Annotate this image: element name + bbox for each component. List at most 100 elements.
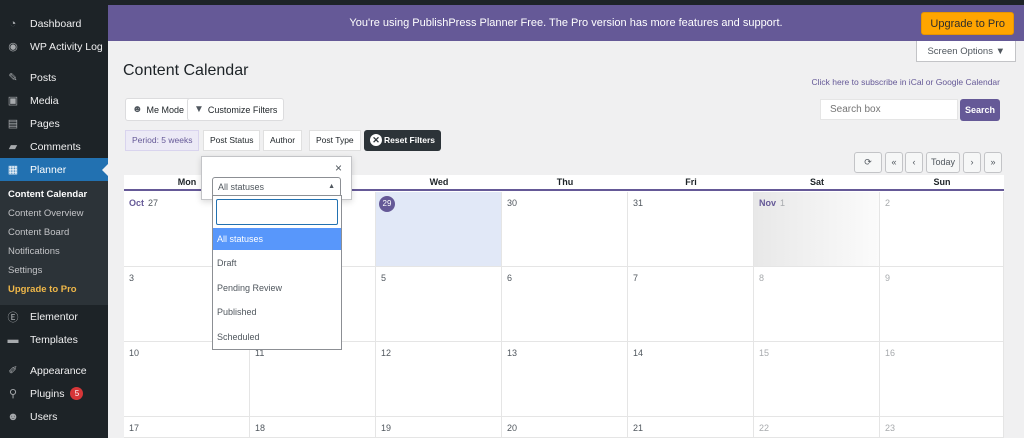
- user-icon: ☻: [132, 104, 143, 115]
- pages-icon: ▤: [7, 118, 19, 130]
- submenu-content-calendar[interactable]: Content Calendar: [0, 185, 108, 204]
- calendar-day-cell[interactable]: 19: [376, 417, 502, 438]
- status-option[interactable]: Draft: [213, 252, 341, 274]
- sidebar-item-wp-activity-log[interactable]: ◉ WP Activity Log: [0, 35, 108, 58]
- sidebar-item-users[interactable]: ☻ Users: [0, 405, 108, 428]
- calendar-day-cell[interactable]: 17: [124, 417, 250, 438]
- me-mode-label: Me Mode: [146, 104, 185, 115]
- next-button[interactable]: ›: [963, 152, 981, 173]
- close-icon[interactable]: ×: [335, 161, 342, 175]
- sidebar-item-comments[interactable]: ▰ Comments: [0, 135, 108, 158]
- elementor-icon: Ⓔ: [7, 311, 19, 324]
- day-number: 21: [633, 423, 644, 433]
- day-number: 8: [759, 273, 765, 283]
- status-option[interactable]: Scheduled: [213, 326, 341, 348]
- day-number-value: 1: [780, 198, 786, 208]
- calendar-day-cell[interactable]: 12: [376, 342, 502, 417]
- sidebar-item-label: Elementor: [30, 310, 78, 323]
- day-number: 19: [381, 423, 392, 433]
- first-page-button[interactable]: «: [885, 152, 903, 173]
- calendar-day-cell[interactable]: 14: [628, 342, 754, 417]
- post-type-filter[interactable]: Post Type: [309, 130, 361, 151]
- dashboard-icon: ◔: [9, 17, 17, 30]
- status-option[interactable]: All statuses: [213, 228, 341, 250]
- calendar-day-cell[interactable]: 20: [502, 417, 628, 438]
- day-number: Nov 1: [759, 198, 785, 208]
- last-page-button[interactable]: »: [984, 152, 1002, 173]
- me-mode-button[interactable]: ☻ Me Mode: [125, 98, 192, 121]
- calendar-day-cell[interactable]: 5: [376, 267, 502, 342]
- calendar-day-cell[interactable]: 13: [502, 342, 628, 417]
- calendar-day-cell[interactable]: Nov 1: [754, 192, 880, 267]
- day-number: 13: [507, 348, 518, 358]
- brush-icon: ✐: [8, 365, 18, 377]
- sidebar-item-pages[interactable]: ▤ Pages: [0, 112, 108, 135]
- calendar-day-cell[interactable]: 30: [502, 192, 628, 267]
- upgrade-to-pro-button[interactable]: Upgrade to Pro: [921, 12, 1014, 35]
- sidebar-item-dashboard[interactable]: ◔ Dashboard: [0, 12, 108, 35]
- screen-options-toggle[interactable]: Screen Options ▼: [916, 41, 1016, 62]
- calendar-day-cell[interactable]: 21: [628, 417, 754, 438]
- admin-sidebar: ◔ Dashboard ◉ WP Activity Log ✎ Posts ▣ …: [0, 0, 108, 438]
- sidebar-item-plugins[interactable]: ⚲ Plugins 5: [0, 382, 108, 405]
- status-option[interactable]: Pending Review: [213, 277, 341, 299]
- sidebar-item-planner[interactable]: ▦ Planner: [0, 158, 108, 181]
- chevron-left-icon: ‹: [912, 157, 916, 167]
- post-status-filter[interactable]: Post Status: [203, 130, 261, 151]
- sidebar-item-posts[interactable]: ✎ Posts: [0, 66, 108, 89]
- day-number: 23: [885, 423, 896, 433]
- calendar-day-cell-today[interactable]: 29: [376, 192, 502, 267]
- day-number: 18: [255, 423, 266, 433]
- sidebar-item-label: Appearance: [30, 364, 87, 377]
- sidebar-item-label: WP Activity Log: [30, 40, 103, 53]
- search-input[interactable]: Search box: [820, 99, 958, 120]
- status-option[interactable]: Published: [213, 301, 341, 323]
- status-select-value: All statuses: [218, 182, 265, 192]
- sidebar-item-appearance[interactable]: ✐ Appearance: [0, 359, 108, 382]
- customize-filters-button[interactable]: ▼ Customize Filters: [187, 98, 285, 121]
- calendar-day-cell[interactable]: 2: [880, 192, 1004, 267]
- sidebar-item-label: Templates: [30, 333, 78, 346]
- reset-filters-button[interactable]: ✕ Reset Filters: [364, 130, 442, 151]
- sidebar-item-elementor[interactable]: Ⓔ Elementor: [0, 305, 108, 328]
- submenu-upgrade-to-pro[interactable]: Upgrade to Pro: [0, 280, 108, 299]
- sidebar-item-templates[interactable]: ▬ Templates: [0, 328, 108, 351]
- day-number: 9: [885, 273, 891, 283]
- sidebar-item-label: Users: [30, 410, 58, 423]
- calendar-day-cell[interactable]: 15: [754, 342, 880, 417]
- submenu-notifications[interactable]: Notifications: [0, 242, 108, 261]
- day-number: 31: [633, 198, 644, 208]
- pin-icon: ✎: [8, 72, 18, 84]
- plugin-icon: ⚲: [8, 388, 18, 400]
- refresh-button[interactable]: ⟳: [854, 152, 882, 173]
- weekday-header: Thu: [556, 177, 574, 187]
- period-filter[interactable]: Period: 5 weeks: [125, 130, 200, 151]
- sidebar-item-media[interactable]: ▣ Media: [0, 89, 108, 112]
- calendar-day-cell[interactable]: 7: [628, 267, 754, 342]
- previous-button[interactable]: ‹: [905, 152, 923, 173]
- day-number: 5: [381, 273, 387, 283]
- calendar-day-cell[interactable]: 22: [754, 417, 880, 438]
- status-dropdown-list: All statuses Draft Pending Review Publis…: [212, 195, 342, 350]
- calendar-day-cell[interactable]: 16: [880, 342, 1004, 417]
- status-select[interactable]: All statuses ▲: [212, 177, 341, 197]
- status-search-input[interactable]: [216, 199, 338, 225]
- author-filter[interactable]: Author: [263, 130, 303, 151]
- calendar-day-cell[interactable]: 9: [880, 267, 1004, 342]
- submenu-content-overview[interactable]: Content Overview: [0, 204, 108, 223]
- today-button[interactable]: Today: [926, 152, 960, 173]
- calendar-day-cell[interactable]: 23: [880, 417, 1004, 438]
- calendar-day-cell[interactable]: 8: [754, 267, 880, 342]
- search-button[interactable]: Search: [960, 99, 1000, 121]
- calendar-day-cell[interactable]: 10: [124, 342, 250, 417]
- calendar-day-cell[interactable]: 31: [628, 192, 754, 267]
- sidebar-item-label: Comments: [30, 140, 81, 153]
- calendar-day-cell[interactable]: 6: [502, 267, 628, 342]
- calendar-day-cell[interactable]: 11: [250, 342, 376, 417]
- submenu-settings[interactable]: Settings: [0, 261, 108, 280]
- submenu-content-board[interactable]: Content Board: [0, 223, 108, 242]
- subscribe-calendar-link[interactable]: Click here to subscribe in iCal or Googl…: [811, 77, 1000, 87]
- month-label: Nov: [759, 198, 777, 208]
- calendar-day-cell[interactable]: 18: [250, 417, 376, 438]
- sidebar-item-label: Plugins: [30, 387, 65, 400]
